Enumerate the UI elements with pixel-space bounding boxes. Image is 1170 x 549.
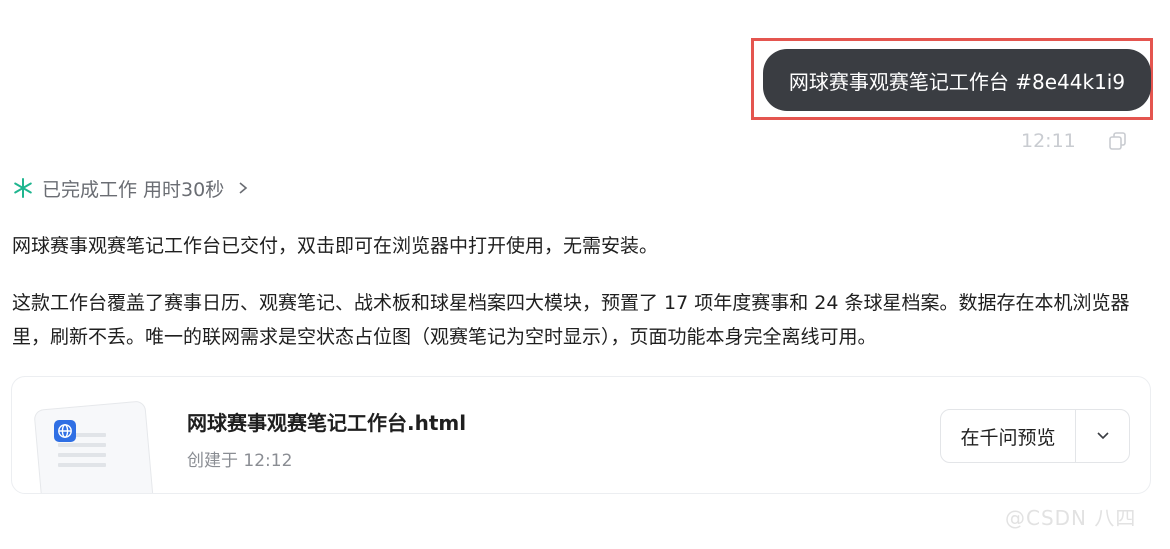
work-status-toggle[interactable]: 已完成工作 用时30秒: [12, 175, 250, 201]
user-message-bubble: 网球赛事观赛笔记工作台 #8e44k1i9: [763, 49, 1151, 111]
status-label: 已完成工作 用时30秒: [42, 178, 225, 201]
reply-paragraph: 网球赛事观赛笔记工作台已交付，双击即可在浏览器中打开使用，无需安装。: [12, 235, 659, 257]
copy-icon[interactable]: [1108, 131, 1128, 151]
reply-paragraph: 这款工作台覆盖了赛事日历、观赛笔记、战术板和球星档案四大模块，预置了 17 项年…: [12, 292, 1130, 348]
file-created-time: 创建于 12:12: [187, 451, 293, 471]
message-timestamp: 12:11: [1021, 130, 1076, 152]
file-card[interactable]: 网球赛事观赛笔记工作台.html 创建于 12:12 在千问预览: [11, 376, 1151, 494]
top-cutoff-text: [560, 0, 604, 4]
globe-icon: [54, 420, 76, 442]
chevron-right-icon: [239, 182, 248, 194]
preview-button-group: 在千问预览: [940, 409, 1130, 463]
chevron-down-icon: [1096, 432, 1109, 440]
watermark: @CSDN 八四: [1005, 506, 1137, 530]
preview-button[interactable]: 在千问预览: [941, 410, 1076, 462]
file-name: 网球赛事观赛笔记工作台.html: [187, 411, 467, 435]
preview-dropdown-button[interactable]: [1076, 410, 1129, 462]
user-message-text: 网球赛事观赛笔记工作台 #8e44k1i9: [788, 69, 1126, 94]
sparkle-icon: [14, 178, 32, 198]
